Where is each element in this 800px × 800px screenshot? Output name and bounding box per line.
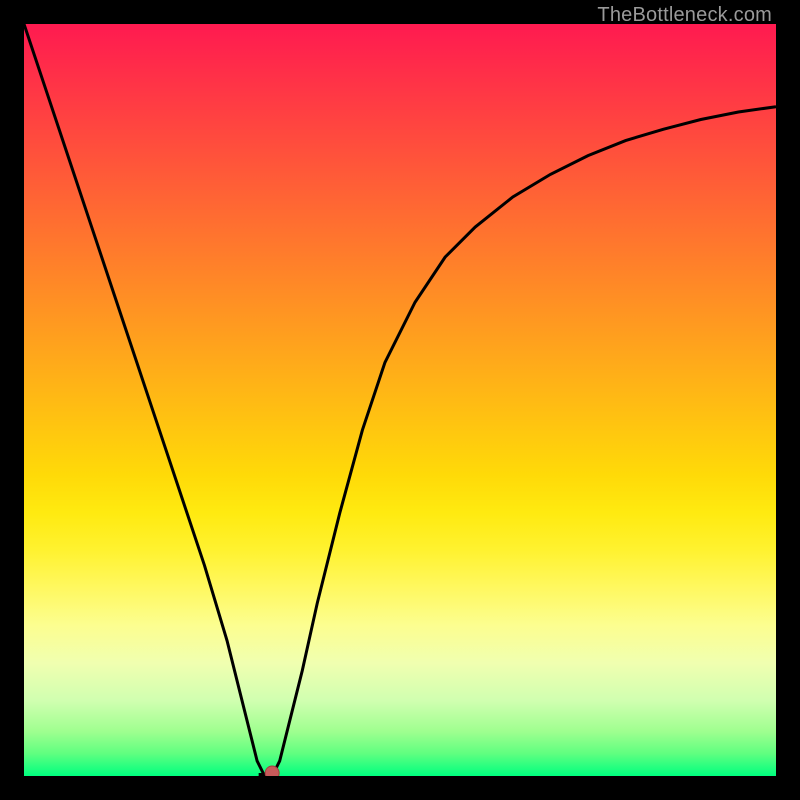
plot-area	[24, 24, 776, 776]
attribution-text: TheBottleneck.com	[597, 4, 772, 27]
curve-svg	[24, 24, 776, 776]
chart-container: TheBottleneck.com	[0, 0, 800, 800]
optimal-marker-dot	[265, 766, 279, 776]
bottleneck-curve	[24, 24, 776, 776]
